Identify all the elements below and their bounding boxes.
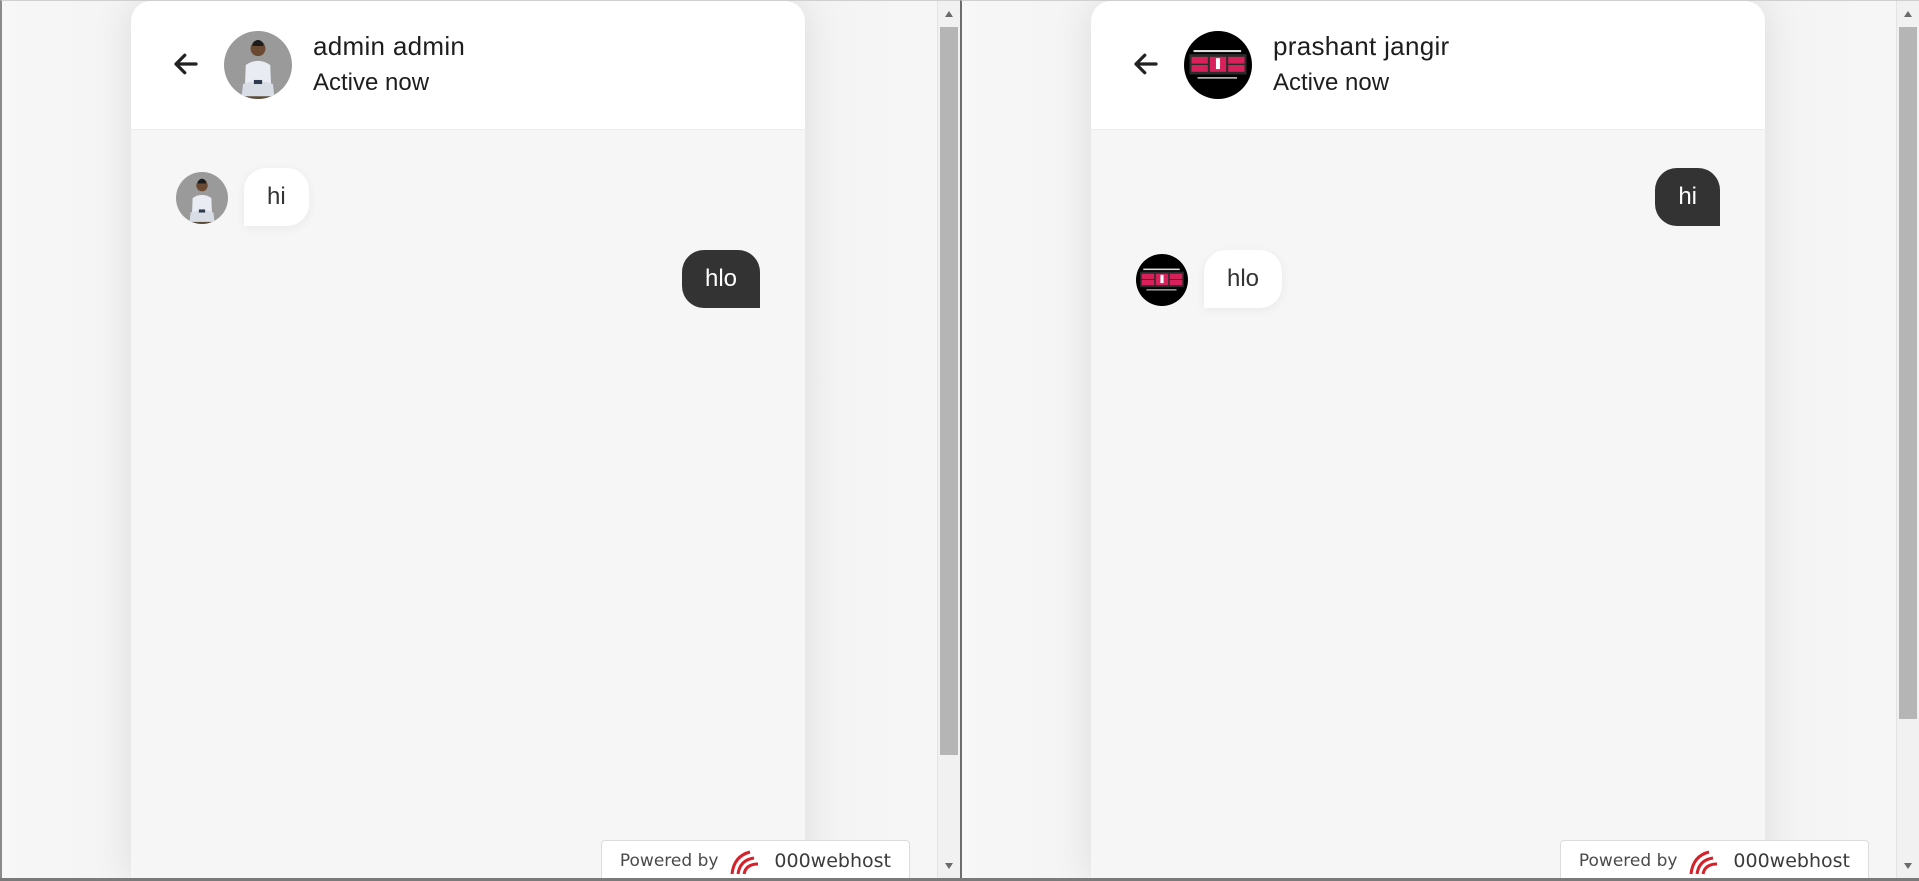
dark-banner-avatar bbox=[1184, 31, 1252, 99]
contact-name: admin admin bbox=[313, 31, 466, 61]
contact-status: Active now bbox=[313, 69, 430, 96]
message-bubble: hlo bbox=[1204, 250, 1283, 308]
dark-banner-avatar bbox=[1136, 254, 1188, 306]
message-outgoing: hlo bbox=[131, 250, 805, 310]
chat-app: prashant jangir Active now hi hlo bbox=[1091, 1, 1765, 878]
scroll-down-icon[interactable] bbox=[938, 855, 960, 877]
message-bubble: hi bbox=[244, 168, 309, 226]
message-bubble: hlo bbox=[681, 250, 760, 308]
chat-messages: hi hlo bbox=[131, 130, 805, 878]
message-bubble: hi bbox=[1655, 168, 1720, 226]
contact-name: prashant jangir bbox=[1273, 31, 1450, 61]
message-incoming: hlo bbox=[1091, 250, 1765, 310]
right-browser-pane: prashant jangir Active now hi hlo Powere… bbox=[960, 0, 1919, 878]
chat-header: admin admin Active now bbox=[131, 1, 805, 130]
arrow-left-icon[interactable] bbox=[171, 49, 201, 79]
scrollbar-thumb[interactable] bbox=[940, 27, 958, 755]
powered-by-label: Powered by bbox=[619, 850, 719, 871]
000webhost-logo-icon bbox=[730, 850, 759, 874]
user-photo-avatar bbox=[176, 172, 228, 224]
message-outgoing: hi bbox=[1091, 168, 1765, 228]
scroll-up-icon[interactable] bbox=[938, 3, 960, 25]
scroll-down-icon[interactable] bbox=[1897, 855, 1919, 877]
left-browser-pane: admin admin Active now hi hlo Powered by bbox=[0, 0, 960, 878]
contact-status: Active now bbox=[1273, 69, 1390, 96]
arrow-left-icon[interactable] bbox=[1131, 49, 1161, 79]
message-incoming: hi bbox=[131, 168, 805, 228]
vertical-scrollbar[interactable] bbox=[937, 1, 960, 878]
powered-by-brand: 000webhost bbox=[774, 849, 891, 872]
000webhost-logo-icon bbox=[1689, 850, 1718, 874]
chat-header: prashant jangir Active now bbox=[1091, 1, 1765, 130]
powered-by-badge[interactable]: Powered by 000webhost bbox=[1559, 840, 1869, 878]
scroll-up-icon[interactable] bbox=[1897, 3, 1919, 25]
vertical-scrollbar[interactable] bbox=[1896, 1, 1919, 878]
chat-app: admin admin Active now hi hlo bbox=[131, 1, 805, 878]
user-photo-avatar bbox=[224, 31, 292, 99]
powered-by-brand: 000webhost bbox=[1733, 849, 1850, 872]
scrollbar-thumb[interactable] bbox=[1899, 27, 1917, 719]
powered-by-label: Powered by bbox=[1578, 850, 1678, 871]
powered-by-badge[interactable]: Powered by 000webhost bbox=[600, 840, 910, 878]
chat-messages: hi hlo bbox=[1091, 130, 1765, 878]
screen: admin admin Active now hi hlo Powered by bbox=[0, 0, 1919, 881]
